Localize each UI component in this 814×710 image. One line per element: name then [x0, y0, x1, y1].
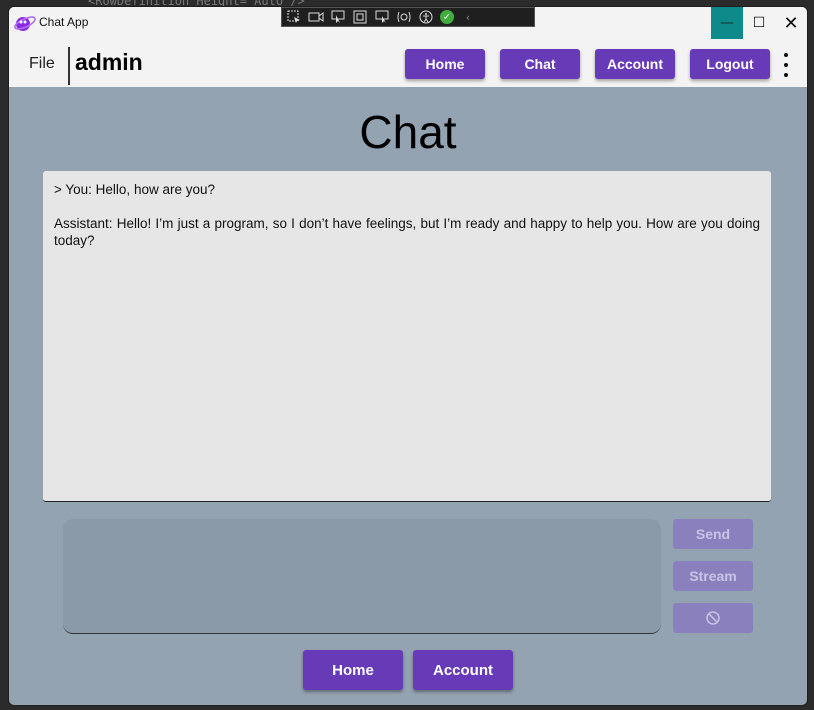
chat-transcript[interactable]: > You: Hello, how are you? Assistant: He… [43, 171, 771, 502]
footer-account-button[interactable]: Account [413, 650, 513, 690]
footer-home-button[interactable]: Home [303, 650, 403, 690]
more-vertical-icon[interactable] [781, 53, 791, 77]
collapse-icon[interactable]: ‹ [460, 10, 476, 24]
chat-message-user: > You: Hello, how are you? [54, 182, 215, 197]
maximize-button[interactable]: ☐ [743, 7, 775, 39]
stream-button[interactable]: Stream [673, 561, 753, 591]
window-title: Chat App [39, 15, 89, 29]
app-window: Chat App ✓ ‹ — ☐ ✕ File admin Home Chat … [8, 6, 808, 706]
pointer-icon[interactable] [330, 10, 346, 24]
minimize-button[interactable]: — [711, 7, 743, 39]
accessibility-icon[interactable] [418, 10, 434, 24]
title-bar[interactable]: Chat App ✓ ‹ — ☐ ✕ [9, 7, 807, 39]
select-element-icon[interactable] [286, 10, 302, 24]
close-button[interactable]: ✕ [775, 7, 807, 39]
menu-bar: File admin Home Chat Account Logout [9, 39, 807, 87]
xaml-debug-toolbar: ✓ ‹ [281, 7, 535, 27]
username-label: admin [75, 49, 143, 75]
cancel-button[interactable] [673, 603, 753, 633]
cancel-icon [706, 611, 720, 625]
hot-reload-icon[interactable] [396, 10, 412, 24]
menu-separator [68, 47, 70, 85]
track-focus-icon[interactable] [374, 10, 390, 24]
nav-logout-button[interactable]: Logout [690, 49, 770, 79]
page-title: Chat [359, 106, 457, 158]
chat-message-assistant: Assistant: Hello! I’m just a program, so… [54, 216, 760, 248]
app-logo-icon [14, 16, 36, 31]
record-icon[interactable] [308, 10, 324, 24]
nav-chat-button[interactable]: Chat [500, 49, 580, 79]
status-ok-icon: ✓ [440, 10, 454, 24]
nav-home-button[interactable]: Home [405, 49, 485, 79]
display-layout-icon[interactable] [352, 10, 368, 24]
nav-account-button[interactable]: Account [595, 49, 675, 79]
file-menu[interactable]: File [29, 55, 55, 73]
prompt-input[interactable] [63, 519, 661, 634]
send-button[interactable]: Send [673, 519, 753, 549]
